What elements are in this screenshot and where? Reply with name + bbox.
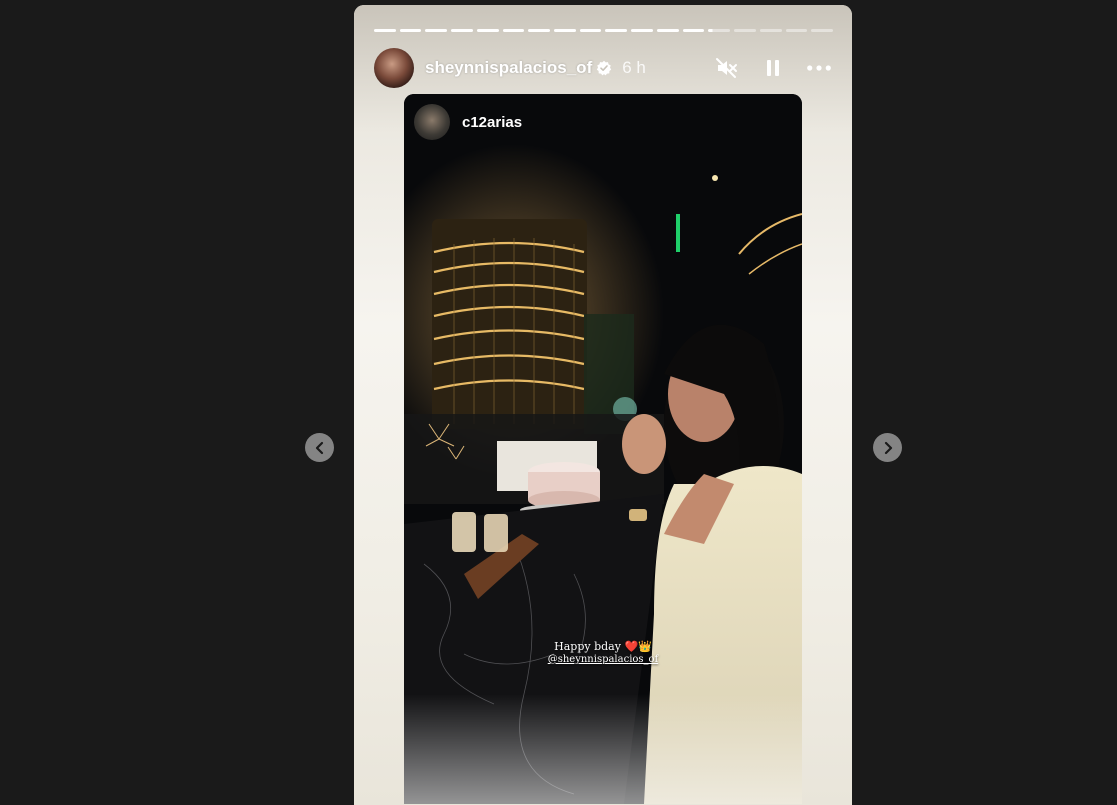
progress-segment-complete: [656, 29, 679, 32]
progress-segment-complete: [579, 29, 602, 32]
progress-segment-complete: [682, 29, 705, 32]
progress-segment-complete: [554, 29, 576, 32]
story-viewer: c12arias Happy bday ❤️👑 @sheynnispalacio…: [0, 0, 1117, 805]
repost-username[interactable]: c12arias: [462, 114, 522, 131]
more-options-icon: [807, 65, 831, 71]
story-caption: Happy bday ❤️👑 @sheynnispalacios_of: [404, 640, 802, 666]
pause-icon: [767, 60, 779, 76]
author-username[interactable]: sheynnispalacios_of: [425, 58, 592, 78]
repost-avatar[interactable]: [414, 104, 450, 140]
pause-button[interactable]: [760, 55, 786, 81]
chevron-left-icon: [315, 441, 323, 454]
story-media[interactable]: c12arias Happy bday ❤️👑 @sheynnispalacio…: [404, 94, 802, 804]
caption-text: Happy bday ❤️👑: [554, 640, 652, 653]
progress-segment: [734, 29, 756, 32]
progress-segment-complete: [631, 29, 653, 32]
post-time: 6 h: [622, 58, 646, 77]
progress-segment-complete: [425, 29, 448, 32]
repost-header: c12arias: [414, 104, 522, 140]
volume-muted-icon: [716, 58, 737, 78]
progress-segment-complete: [451, 29, 473, 32]
more-options-button[interactable]: [806, 55, 832, 81]
story-card[interactable]: c12arias Happy bday ❤️👑 @sheynnispalacio…: [354, 5, 852, 805]
previous-story-button[interactable]: [305, 433, 334, 462]
progress-segment-complete: [399, 29, 422, 32]
progress-segment-complete: [502, 29, 525, 32]
story-photo: [404, 94, 802, 804]
progress-segment-complete: [528, 29, 551, 32]
author-avatar[interactable]: [374, 48, 414, 88]
caption-mention[interactable]: @sheynnispalacios_of: [404, 653, 802, 666]
progress-segment: [759, 29, 782, 32]
progress-segment: [785, 29, 808, 32]
progress-segment-complete: [374, 29, 396, 32]
story-progress-bar: [374, 29, 833, 32]
progress-segment-current: [708, 29, 731, 32]
progress-segment-complete: [605, 29, 628, 32]
chevron-right-icon: [884, 441, 892, 454]
next-story-button[interactable]: [873, 433, 902, 462]
verified-badge-icon: [596, 60, 612, 76]
progress-segment-complete: [476, 29, 499, 32]
story-header: sheynnispalacios_of 6 h: [374, 48, 832, 88]
story-controls: [714, 55, 832, 81]
progress-segment: [811, 29, 833, 32]
mute-button[interactable]: [714, 55, 740, 81]
